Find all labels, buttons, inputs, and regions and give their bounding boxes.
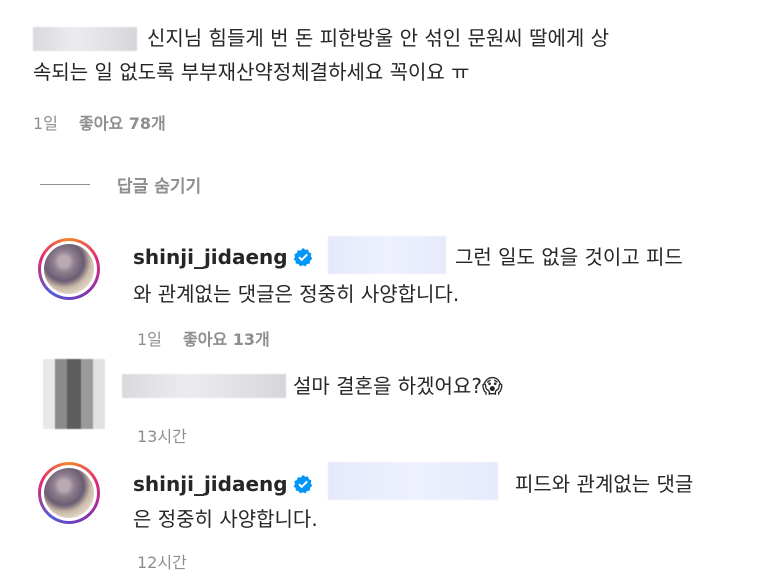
reply-time[interactable]: 13시간	[137, 423, 187, 447]
reply-meta: 1일 좋아요 13개	[137, 326, 270, 350]
reply-text-line2: 은 정중히 사양합니다.	[133, 507, 318, 531]
comment-time[interactable]: 1일	[33, 114, 58, 133]
avatar[interactable]	[43, 359, 105, 429]
reply-text-line1: 그런 일도 없을 것이고 피드	[455, 245, 683, 269]
comment-text-line1: 신지님 힘들게 번 돈 피한방울 안 섞인 문원씨 딸에게 상	[147, 26, 610, 50]
blurred-commenter-name[interactable]	[122, 374, 286, 398]
reply-header: shinji_jidaeng	[133, 468, 313, 505]
reply-text-line1: 피드와 관계없는 댓글	[515, 472, 694, 496]
hide-replies-line	[40, 184, 90, 185]
reply-text-line2: 와 관계없는 댓글은 정중히 사양합니다.	[133, 282, 460, 306]
comment-likes[interactable]: 좋아요 78개	[79, 114, 166, 133]
hide-replies-button[interactable]: 답글 숨기기	[117, 172, 201, 197]
username[interactable]: shinji_jidaeng	[133, 472, 288, 496]
avatar[interactable]	[38, 462, 100, 524]
reply-text-line1: 설마 결혼을 하겠어요?😱	[293, 374, 503, 398]
avatar-photo	[44, 244, 94, 294]
comment-meta: 1일 좋아요 78개	[33, 110, 166, 134]
blurred-mention[interactable]	[328, 236, 446, 274]
reply-time[interactable]: 1일	[137, 330, 162, 349]
verified-badge-icon	[293, 245, 313, 278]
username[interactable]: shinji_jidaeng	[133, 245, 288, 269]
reply-time[interactable]: 12시간	[137, 549, 187, 573]
avatar[interactable]	[38, 238, 100, 300]
verified-badge-icon	[293, 472, 313, 505]
avatar-photo	[44, 468, 94, 518]
reply-header: shinji_jidaeng	[133, 241, 313, 278]
blurred-mention[interactable]	[328, 462, 498, 500]
blurred-commenter-name[interactable]	[33, 27, 137, 51]
comment-text-line2: 속되는 일 없도록 부부재산약정체결하세요 꼭이요 ㅠ	[33, 60, 470, 84]
reply-likes[interactable]: 좋아요 13개	[183, 330, 270, 349]
